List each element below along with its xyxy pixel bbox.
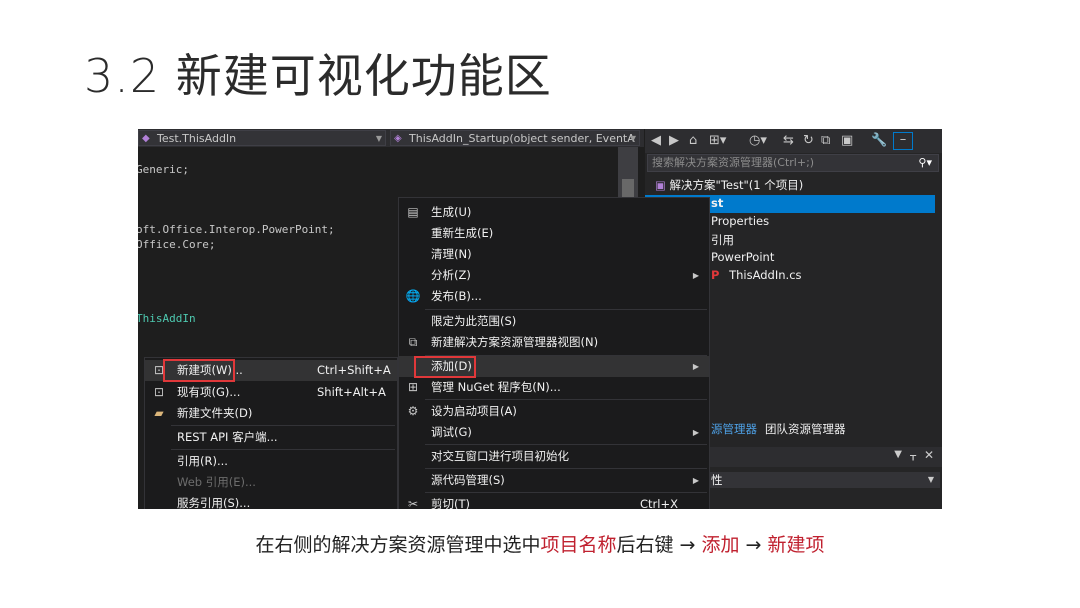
code-line[interactable]: Office.Core;: [138, 238, 215, 251]
menu-item-service-reference[interactable]: 服务引用(S)...: [145, 493, 397, 509]
gear-icon: ⚙: [407, 404, 419, 418]
menu-separator: [425, 444, 707, 445]
properties-icon[interactable]: 🔧: [871, 132, 887, 150]
menu-item-web-reference: Web 引用(E)...: [177, 475, 256, 489]
submenu-arrow-icon: ▶: [692, 428, 699, 437]
menu-item-new-view[interactable]: ⧉ 新建解决方案资源管理器视图(N): [399, 332, 709, 353]
tree-powerpoint[interactable]: PowerPoint: [711, 250, 774, 264]
chevron-down-icon: ▼: [375, 134, 382, 143]
dropdown-icon[interactable]: ▼: [894, 449, 902, 460]
editor-navigation-bar: ◆ Test.ThisAddIn ▼ ◈ ThisAddIn_Startup(o…: [138, 129, 644, 147]
refresh-icon[interactable]: ↻: [803, 132, 814, 150]
folder-icon: ▰: [154, 406, 164, 420]
menu-item-build[interactable]: ▤ 生成(U): [399, 202, 709, 223]
preview-icon[interactable]: –: [893, 132, 913, 150]
tree-solution[interactable]: ▣ 解决方案"Test"(1 个项目): [655, 177, 803, 193]
forward-icon[interactable]: ▶: [669, 132, 679, 150]
collapse-all-icon[interactable]: ⧉: [821, 132, 830, 150]
solution-search-input[interactable]: 搜索解决方案资源管理器(Ctrl+;) ⚲▾: [647, 154, 939, 172]
code-line[interactable]: ThisAddIn: [138, 312, 196, 325]
publish-icon: 🌐: [405, 289, 421, 303]
code-line[interactable]: oft.Office.Interop.PowerPoint;: [138, 223, 335, 236]
class-icon: ◆: [142, 133, 150, 144]
highlight-new-item-box: [163, 359, 235, 382]
home-icon[interactable]: ⌂: [689, 132, 697, 150]
menu-separator: [425, 468, 707, 469]
menu-item-clean[interactable]: 清理(N): [399, 244, 709, 265]
chevron-down-icon: ▼: [927, 475, 934, 484]
switch-views-icon[interactable]: ⊞▾: [709, 132, 726, 150]
pending-changes-icon[interactable]: ◷▾: [749, 132, 767, 150]
menu-item-reference[interactable]: 引用(R)...: [145, 451, 397, 472]
menu-separator: [171, 449, 395, 450]
search-icon[interactable]: ⚲▾: [918, 155, 932, 171]
menu-separator: [425, 399, 707, 400]
project-context-menu: ▤ 生成(U) 重新生成(E) 清理(N) 分析(Z) ▶ 🌐 发布(B)... 限定…: [398, 197, 710, 509]
nuget-icon: ⊞: [407, 380, 419, 394]
chevron-down-icon: ▼: [629, 134, 636, 143]
highlight-add-box: [414, 356, 476, 378]
method-icon: ◈: [394, 133, 402, 144]
menu-separator: [425, 309, 707, 310]
solution-explorer-toolbar: ◀ ▶ ⌂ ⊞▾ ◷▾ ⇆ ↻ ⧉ ▣ 🔧 –: [645, 129, 942, 153]
menu-separator: [425, 492, 707, 493]
menu-item-publish[interactable]: 🌐 发布(B)...: [399, 286, 709, 307]
close-icon[interactable]: ✕: [924, 448, 934, 462]
sync-icon[interactable]: ⇆: [783, 132, 794, 150]
submenu-arrow-icon: ▶: [692, 271, 699, 280]
slide-caption: 在右侧的解决方案资源管理中选中项目名称后右键 → 添加 → 新建项: [255, 534, 825, 556]
tree-references[interactable]: 引用: [711, 232, 734, 248]
cut-icon: ✂: [407, 497, 419, 509]
tree-properties[interactable]: Properties: [711, 214, 769, 228]
menu-item-rebuild[interactable]: 重新生成(E): [399, 223, 709, 244]
existing-item-icon: ⊡: [153, 385, 165, 399]
menu-item-set-startup[interactable]: ⚙ 设为启动项目(A): [399, 401, 709, 422]
submenu-arrow-icon: ▶: [692, 362, 699, 371]
code-line[interactable]: Generic;: [138, 163, 189, 176]
menu-item-cut[interactable]: ✂ 剪切(T) Ctrl+X: [399, 494, 709, 509]
submenu-arrow-icon: ▶: [692, 476, 699, 485]
slide-title: 3.2 新建可视化功能区: [84, 49, 552, 103]
menu-item-existing-item[interactable]: ⊡ 现有项(G)... Shift+Alt+A: [145, 382, 397, 403]
ide-screenshot: ◆ Test.ThisAddIn ▼ ◈ ThisAddIn_Startup(o…: [138, 129, 942, 509]
menu-item-scope[interactable]: 限定为此范围(S): [399, 311, 709, 332]
powerpoint-file-icon: P: [711, 268, 720, 282]
menu-item-rest-api[interactable]: REST API 客户端...: [145, 427, 397, 448]
tab-solution-explorer[interactable]: 源管理器: [711, 421, 757, 437]
tree-file[interactable]: P ThisAddIn.cs: [711, 268, 802, 282]
menu-item-source-control[interactable]: 源代码管理(S) ▶: [399, 470, 709, 491]
menu-item-analyze[interactable]: 分析(Z) ▶: [399, 265, 709, 286]
menu-item-nuget[interactable]: ⊞ 管理 NuGet 程序包(N)...: [399, 377, 709, 398]
new-view-icon: ⧉: [408, 335, 418, 349]
solution-icon: ▣: [655, 178, 666, 192]
back-icon[interactable]: ◀: [651, 132, 661, 150]
menu-item-debug[interactable]: 调试(G) ▶: [399, 422, 709, 443]
build-icon: ▤: [407, 205, 419, 219]
show-all-files-icon[interactable]: ▣: [841, 132, 853, 150]
member-combo[interactable]: ◈ ThisAddIn_Startup(object sender, Event…: [390, 130, 640, 146]
tab-team-explorer[interactable]: 团队资源管理器: [765, 421, 846, 437]
tree-project[interactable]: st: [711, 196, 723, 210]
menu-separator: [171, 425, 395, 426]
class-combo[interactable]: ◆ Test.ThisAddIn ▼: [138, 130, 386, 146]
menu-item-interactive-init[interactable]: 对交互窗口进行项目初始化: [399, 446, 709, 467]
menu-item-new-folder[interactable]: ▰ 新建文件夹(D): [145, 403, 397, 424]
pin-icon[interactable]: ᚁ: [910, 448, 916, 462]
